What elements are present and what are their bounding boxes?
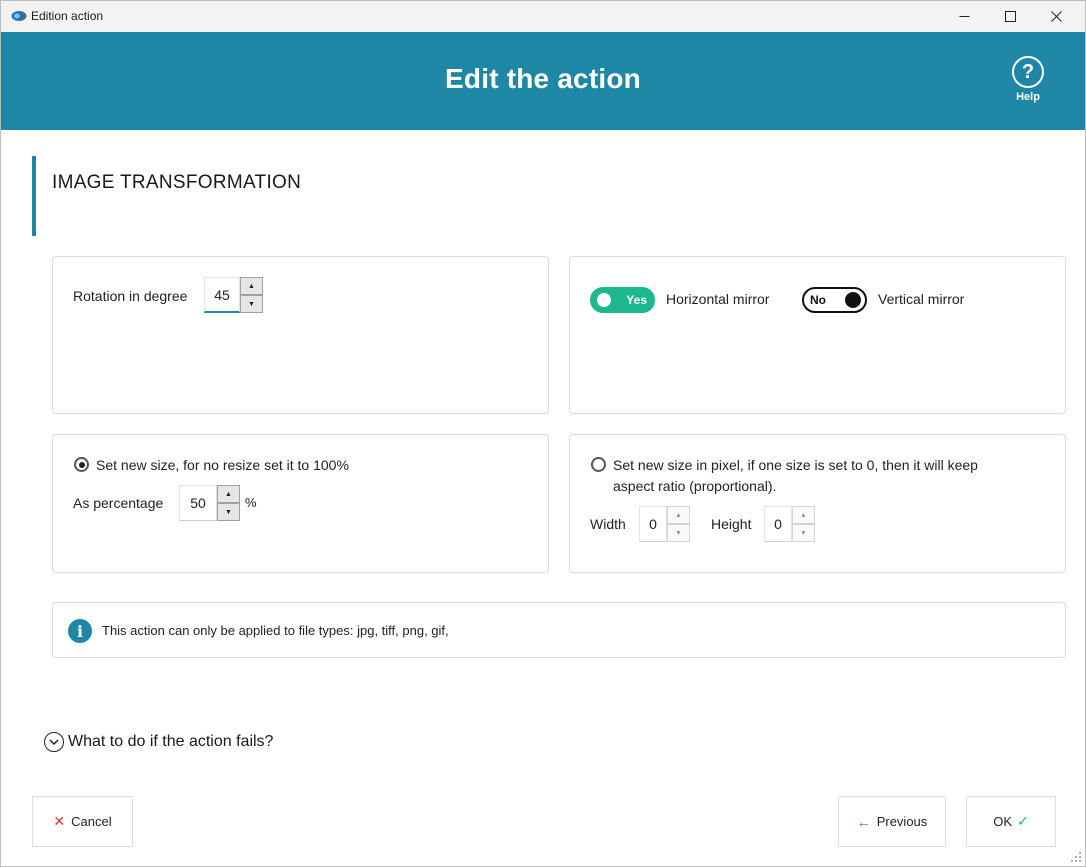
mirror-card: Yes Horizontal mirror No Vertical mirror bbox=[569, 256, 1066, 414]
width-label: Width bbox=[590, 516, 626, 532]
rotation-label: Rotation in degree bbox=[73, 288, 188, 304]
arrow-left-icon: ← bbox=[856, 813, 871, 830]
action-fails-expander[interactable]: What to do if the action fails? bbox=[44, 732, 273, 752]
chevron-down-icon bbox=[44, 732, 64, 752]
height-input[interactable]: 0 bbox=[764, 506, 792, 542]
vertical-mirror-label: Vertical mirror bbox=[878, 291, 965, 307]
height-stepper-buttons: ▲ ▼ bbox=[792, 506, 815, 542]
percentage-decrement-button[interactable]: ▼ bbox=[217, 503, 240, 521]
width-stepper[interactable]: 0 ▲ ▼ bbox=[639, 506, 690, 542]
arrow-up-icon: ▲ bbox=[675, 511, 682, 519]
info-icon: i bbox=[68, 619, 92, 643]
minimize-icon bbox=[959, 16, 969, 17]
previous-button[interactable]: ← Previous bbox=[838, 796, 946, 847]
width-decrement-button[interactable]: ▼ bbox=[667, 524, 690, 542]
info-card: i This action can only be applied to fil… bbox=[52, 602, 1066, 658]
vertical-mirror-toggle[interactable]: No bbox=[802, 287, 867, 313]
arrow-up-icon: ▲ bbox=[248, 282, 255, 290]
page-header: Edit the action ? Help bbox=[1, 32, 1085, 130]
percentage-stepper-buttons: ▲ ▼ bbox=[217, 485, 240, 521]
rotation-decrement-button[interactable]: ▼ bbox=[240, 295, 263, 313]
arrow-up-icon: ▲ bbox=[800, 511, 807, 519]
height-label: Height bbox=[711, 516, 752, 532]
section-title: IMAGE TRANSFORMATION bbox=[52, 172, 302, 193]
section-accent-bar bbox=[32, 156, 36, 236]
maximize-button[interactable] bbox=[987, 1, 1033, 32]
arrow-down-icon: ▼ bbox=[248, 300, 255, 308]
arrow-down-icon: ▼ bbox=[800, 529, 807, 537]
resize-grip-icon[interactable] bbox=[1070, 851, 1082, 863]
arrow-down-icon: ▼ bbox=[675, 529, 682, 537]
percentage-unit: % bbox=[245, 495, 257, 510]
help-button[interactable]: ? Help bbox=[1010, 56, 1046, 103]
percentage-input[interactable]: 50 bbox=[179, 485, 217, 521]
percentage-increment-button[interactable]: ▲ bbox=[217, 485, 240, 503]
ok-button[interactable]: OK ✓ bbox=[966, 796, 1056, 847]
resize-pixel-radio[interactable] bbox=[591, 457, 606, 472]
resize-pixel-card: Set new size in pixel, if one size is se… bbox=[569, 434, 1066, 573]
action-fails-label: What to do if the action fails? bbox=[68, 733, 274, 750]
close-icon bbox=[1050, 11, 1062, 22]
resize-percent-radio-label: Set new size, for no resize set it to 10… bbox=[96, 457, 349, 473]
resize-percent-radio[interactable] bbox=[74, 457, 89, 472]
question-circle-icon: ? bbox=[1012, 56, 1044, 88]
resize-pixel-radio-label-line2: aspect ratio (proportional). bbox=[613, 478, 777, 494]
resize-pixel-radio-label-line1: Set new size in pixel, if one size is se… bbox=[613, 457, 978, 473]
cancel-button-label: Cancel bbox=[71, 814, 112, 829]
cross-icon: ✕ bbox=[53, 813, 66, 829]
horizontal-mirror-toggle[interactable]: Yes bbox=[590, 287, 655, 313]
height-decrement-button[interactable]: ▼ bbox=[792, 524, 815, 542]
cancel-button[interactable]: ✕ Cancel bbox=[32, 796, 133, 847]
height-increment-button[interactable]: ▲ bbox=[792, 506, 815, 524]
toggle-knob bbox=[597, 293, 611, 307]
rotation-increment-button[interactable]: ▲ bbox=[240, 277, 263, 295]
minimize-button[interactable] bbox=[941, 1, 987, 32]
width-increment-button[interactable]: ▲ bbox=[667, 506, 690, 524]
width-input[interactable]: 0 bbox=[639, 506, 667, 542]
resize-percent-card: Set new size, for no resize set it to 10… bbox=[52, 434, 549, 573]
window-title: Edition action bbox=[31, 9, 104, 23]
info-text: This action can only be applied to file … bbox=[102, 623, 449, 638]
title-bar: Edition action bbox=[1, 1, 1085, 32]
arrow-up-icon: ▲ bbox=[225, 490, 232, 498]
height-stepper[interactable]: 0 ▲ ▼ bbox=[764, 506, 815, 542]
rotation-card: Rotation in degree 45 ▲ ▼ bbox=[52, 256, 549, 414]
rotation-stepper[interactable]: 45 ▲ ▼ bbox=[204, 277, 263, 313]
ok-button-label: OK bbox=[993, 814, 1013, 829]
toggle-state-text: Yes bbox=[626, 293, 647, 307]
edition-action-window: Edition action Edit the action ? Help IM… bbox=[0, 0, 1086, 867]
percentage-stepper[interactable]: 50 ▲ ▼ bbox=[179, 485, 240, 521]
rotation-input[interactable]: 45 bbox=[204, 277, 240, 313]
rotation-stepper-buttons: ▲ ▼ bbox=[240, 277, 263, 313]
previous-button-label: Previous bbox=[876, 814, 928, 829]
toggle-knob bbox=[845, 292, 861, 308]
check-icon: ✓ bbox=[1017, 813, 1029, 829]
toggle-state-text: No bbox=[810, 293, 826, 307]
page-title: Edit the action bbox=[445, 63, 641, 94]
maximize-icon bbox=[1004, 11, 1016, 22]
help-label: Help bbox=[1016, 91, 1040, 103]
percentage-label: As percentage bbox=[73, 495, 164, 511]
close-window-button[interactable] bbox=[1033, 1, 1079, 32]
width-stepper-buttons: ▲ ▼ bbox=[667, 506, 690, 542]
horizontal-mirror-label: Horizontal mirror bbox=[666, 291, 770, 307]
app-logo-icon bbox=[11, 11, 27, 21]
arrow-down-icon: ▼ bbox=[225, 508, 232, 516]
